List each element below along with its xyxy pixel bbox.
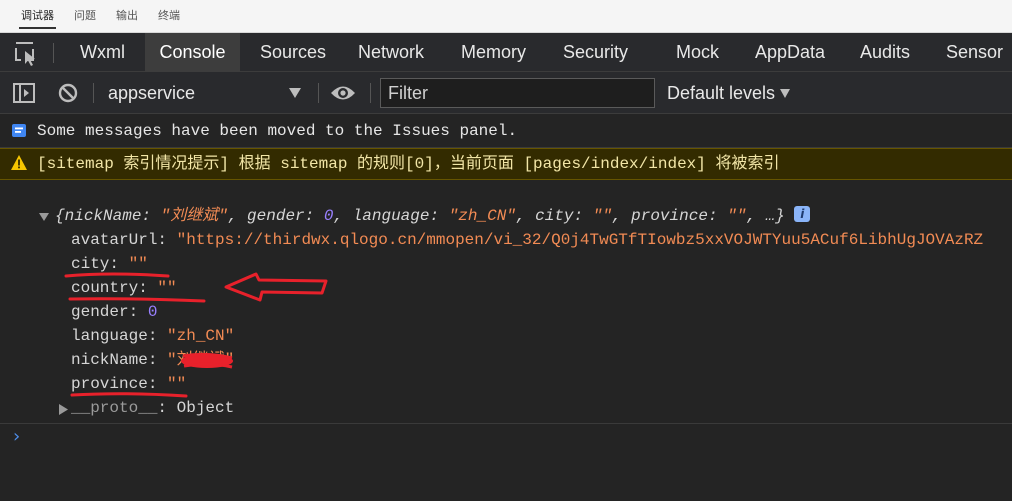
tab-memory[interactable]: Memory: [461, 33, 526, 72]
property-key: country: [71, 279, 139, 297]
top-tab-problems[interactable]: 问题: [74, 0, 96, 33]
proto-key: __proto__: [71, 399, 158, 417]
tab-console[interactable]: Console: [145, 33, 240, 72]
property-row: language: "zh_CN": [71, 327, 235, 345]
property-key: nickName: [71, 351, 148, 369]
summary-key: nickName: [64, 207, 142, 225]
property-value: 0: [147, 303, 158, 321]
property-value: "": [128, 255, 148, 273]
object-summary[interactable]: {nickName: "刘继斌", gender: 0, language: "…: [55, 202, 811, 228]
sidebar-toggle-icon: [13, 83, 35, 103]
tab-sources[interactable]: Sources: [260, 33, 326, 72]
sidebar-toggle-button[interactable]: [10, 72, 38, 114]
summary-value: "zh_CN": [448, 207, 516, 225]
top-tab-debugger[interactable]: 调试器: [19, 0, 56, 33]
tab-wxml[interactable]: Wxml: [80, 33, 125, 72]
filter-input[interactable]: [380, 78, 655, 108]
console-warning-message: [sitemap 索引情况提示] 根据 sitemap 的规则[0]，当前页面 …: [0, 148, 1012, 180]
summary-value: "刘继斌": [160, 207, 228, 225]
summary-key: language: [352, 207, 430, 225]
summary-value: "": [592, 207, 612, 225]
tab-appdata[interactable]: AppData: [755, 33, 825, 72]
summary-value: "": [727, 207, 747, 225]
top-tab-terminal[interactable]: 终端: [158, 0, 180, 33]
collapse-triangle-icon[interactable]: [39, 213, 49, 222]
property-key: language: [71, 327, 148, 345]
proto-row[interactable]: __proto__: Object: [71, 396, 234, 420]
console-info-message: Some messages have been moved to the Iss…: [0, 114, 1012, 148]
info-message-icon: [12, 124, 26, 137]
summary-key: province: [631, 207, 708, 225]
property-row: city: "": [71, 255, 148, 273]
console-prompt[interactable]: ›: [13, 426, 20, 447]
summary-key: city: [535, 207, 574, 225]
top-tab-bar: 调试器 问题 输出 终端: [0, 0, 1012, 33]
console-prompt-row[interactable]: ›: [0, 423, 1012, 501]
proto-value: Object: [176, 399, 235, 417]
inspect-element-button[interactable]: [6, 38, 44, 68]
live-expression-button[interactable]: [329, 72, 357, 114]
property-value: "刘继斌": [167, 351, 235, 369]
property-row: country: "": [71, 279, 177, 297]
log-levels-dropdown[interactable]: Default levels: [667, 72, 775, 114]
context-select-value: appservice: [108, 83, 196, 103]
property-value: "zh_CN": [167, 327, 235, 345]
property-key: avatarUrl: [71, 231, 158, 249]
devtools-panel-tabs: Wxml Console Sources Network Memory Secu…: [0, 33, 1012, 72]
property-key: gender: [71, 303, 129, 321]
console-toolbar: appservice Default levels: [0, 72, 1012, 114]
tab-separator: [53, 43, 54, 63]
summary-brace: {: [55, 207, 65, 225]
property-value: "": [167, 375, 187, 393]
tab-security[interactable]: Security: [563, 33, 628, 72]
property-row: province: "": [71, 375, 187, 393]
info-badge-icon[interactable]: [794, 202, 811, 226]
property-row: gender: 0: [71, 303, 158, 321]
eye-icon: [331, 86, 355, 100]
inspect-element-icon: [15, 42, 35, 66]
clear-console-button[interactable]: [55, 72, 81, 114]
property-value: "": [157, 279, 177, 297]
chevron-down-icon: [780, 89, 790, 98]
summary-key: gender: [247, 207, 305, 225]
top-tab-output[interactable]: 输出: [116, 0, 138, 33]
expand-triangle-icon[interactable]: [59, 404, 68, 415]
context-select[interactable]: appservice: [99, 79, 311, 107]
warning-triangle-icon: [11, 155, 27, 170]
tab-mock[interactable]: Mock: [676, 33, 719, 72]
info-message-text: Some messages have been moved to the Iss…: [37, 122, 518, 140]
property-row: avatarUrl: "https://thirdwx.qlogo.cn/mmo…: [71, 231, 984, 249]
toolbar-separator: [93, 83, 94, 103]
tab-sensor[interactable]: Sensor: [946, 33, 1003, 72]
summary-ellipsis: …}: [765, 207, 785, 225]
property-value: "https://thirdwx.qlogo.cn/mmopen/vi_32/Q…: [176, 231, 984, 249]
property-key: province: [71, 375, 148, 393]
property-key: city: [71, 255, 110, 273]
console-log-entry: {nickName: "刘继斌", gender: 0, language: "…: [0, 180, 1012, 423]
tab-audits[interactable]: Audits: [860, 33, 910, 72]
toolbar-separator: [318, 83, 319, 103]
toolbar-separator: [370, 83, 371, 103]
tab-network[interactable]: Network: [358, 33, 424, 72]
clear-console-icon: [58, 83, 78, 103]
warning-message-text: [sitemap 索引情况提示] 根据 sitemap 的规则[0]，当前页面 …: [37, 155, 780, 173]
dropdown-arrow-icon: [289, 88, 301, 98]
property-row: nickName: "刘继斌": [71, 351, 235, 369]
